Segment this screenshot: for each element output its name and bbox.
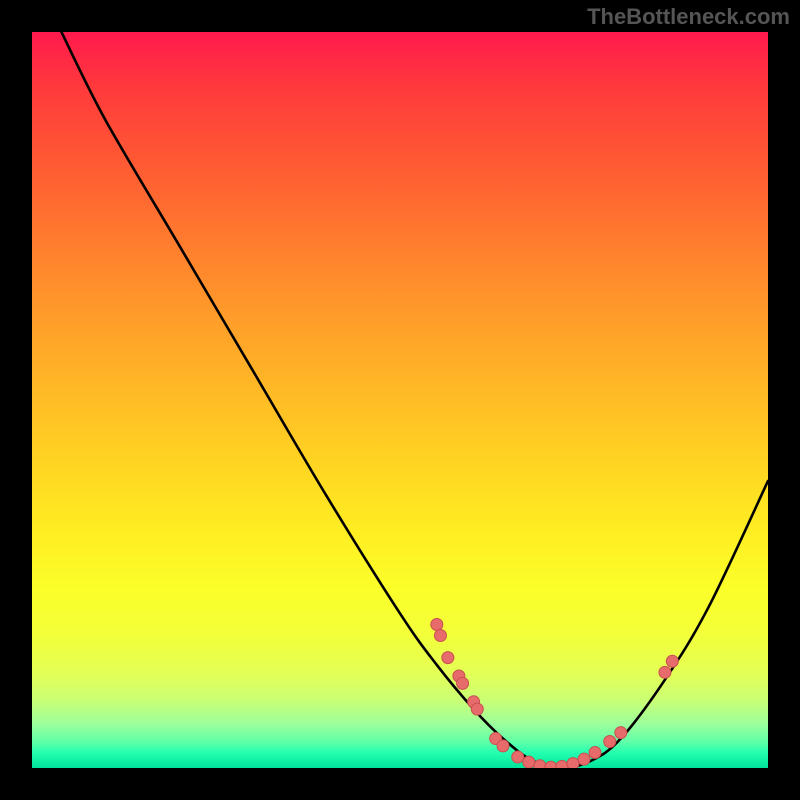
data-marker [567,758,579,768]
data-marker [659,666,671,678]
data-marker [578,753,590,765]
data-marker [457,677,469,689]
data-marker [615,727,627,739]
data-marker [471,703,483,715]
data-marker [512,751,524,763]
data-marker [556,761,568,768]
chart-plot-area [32,32,768,768]
data-marker [442,652,454,664]
chart-markers-layer [32,32,768,768]
watermark-text: TheBottleneck.com [587,4,790,30]
data-marker [545,761,557,768]
data-marker [431,618,443,630]
data-marker [604,736,616,748]
data-marker [534,760,546,768]
data-marker [666,655,678,667]
data-marker [497,740,509,752]
data-marker [523,756,535,768]
data-marker [589,747,601,759]
data-marker [434,630,446,642]
